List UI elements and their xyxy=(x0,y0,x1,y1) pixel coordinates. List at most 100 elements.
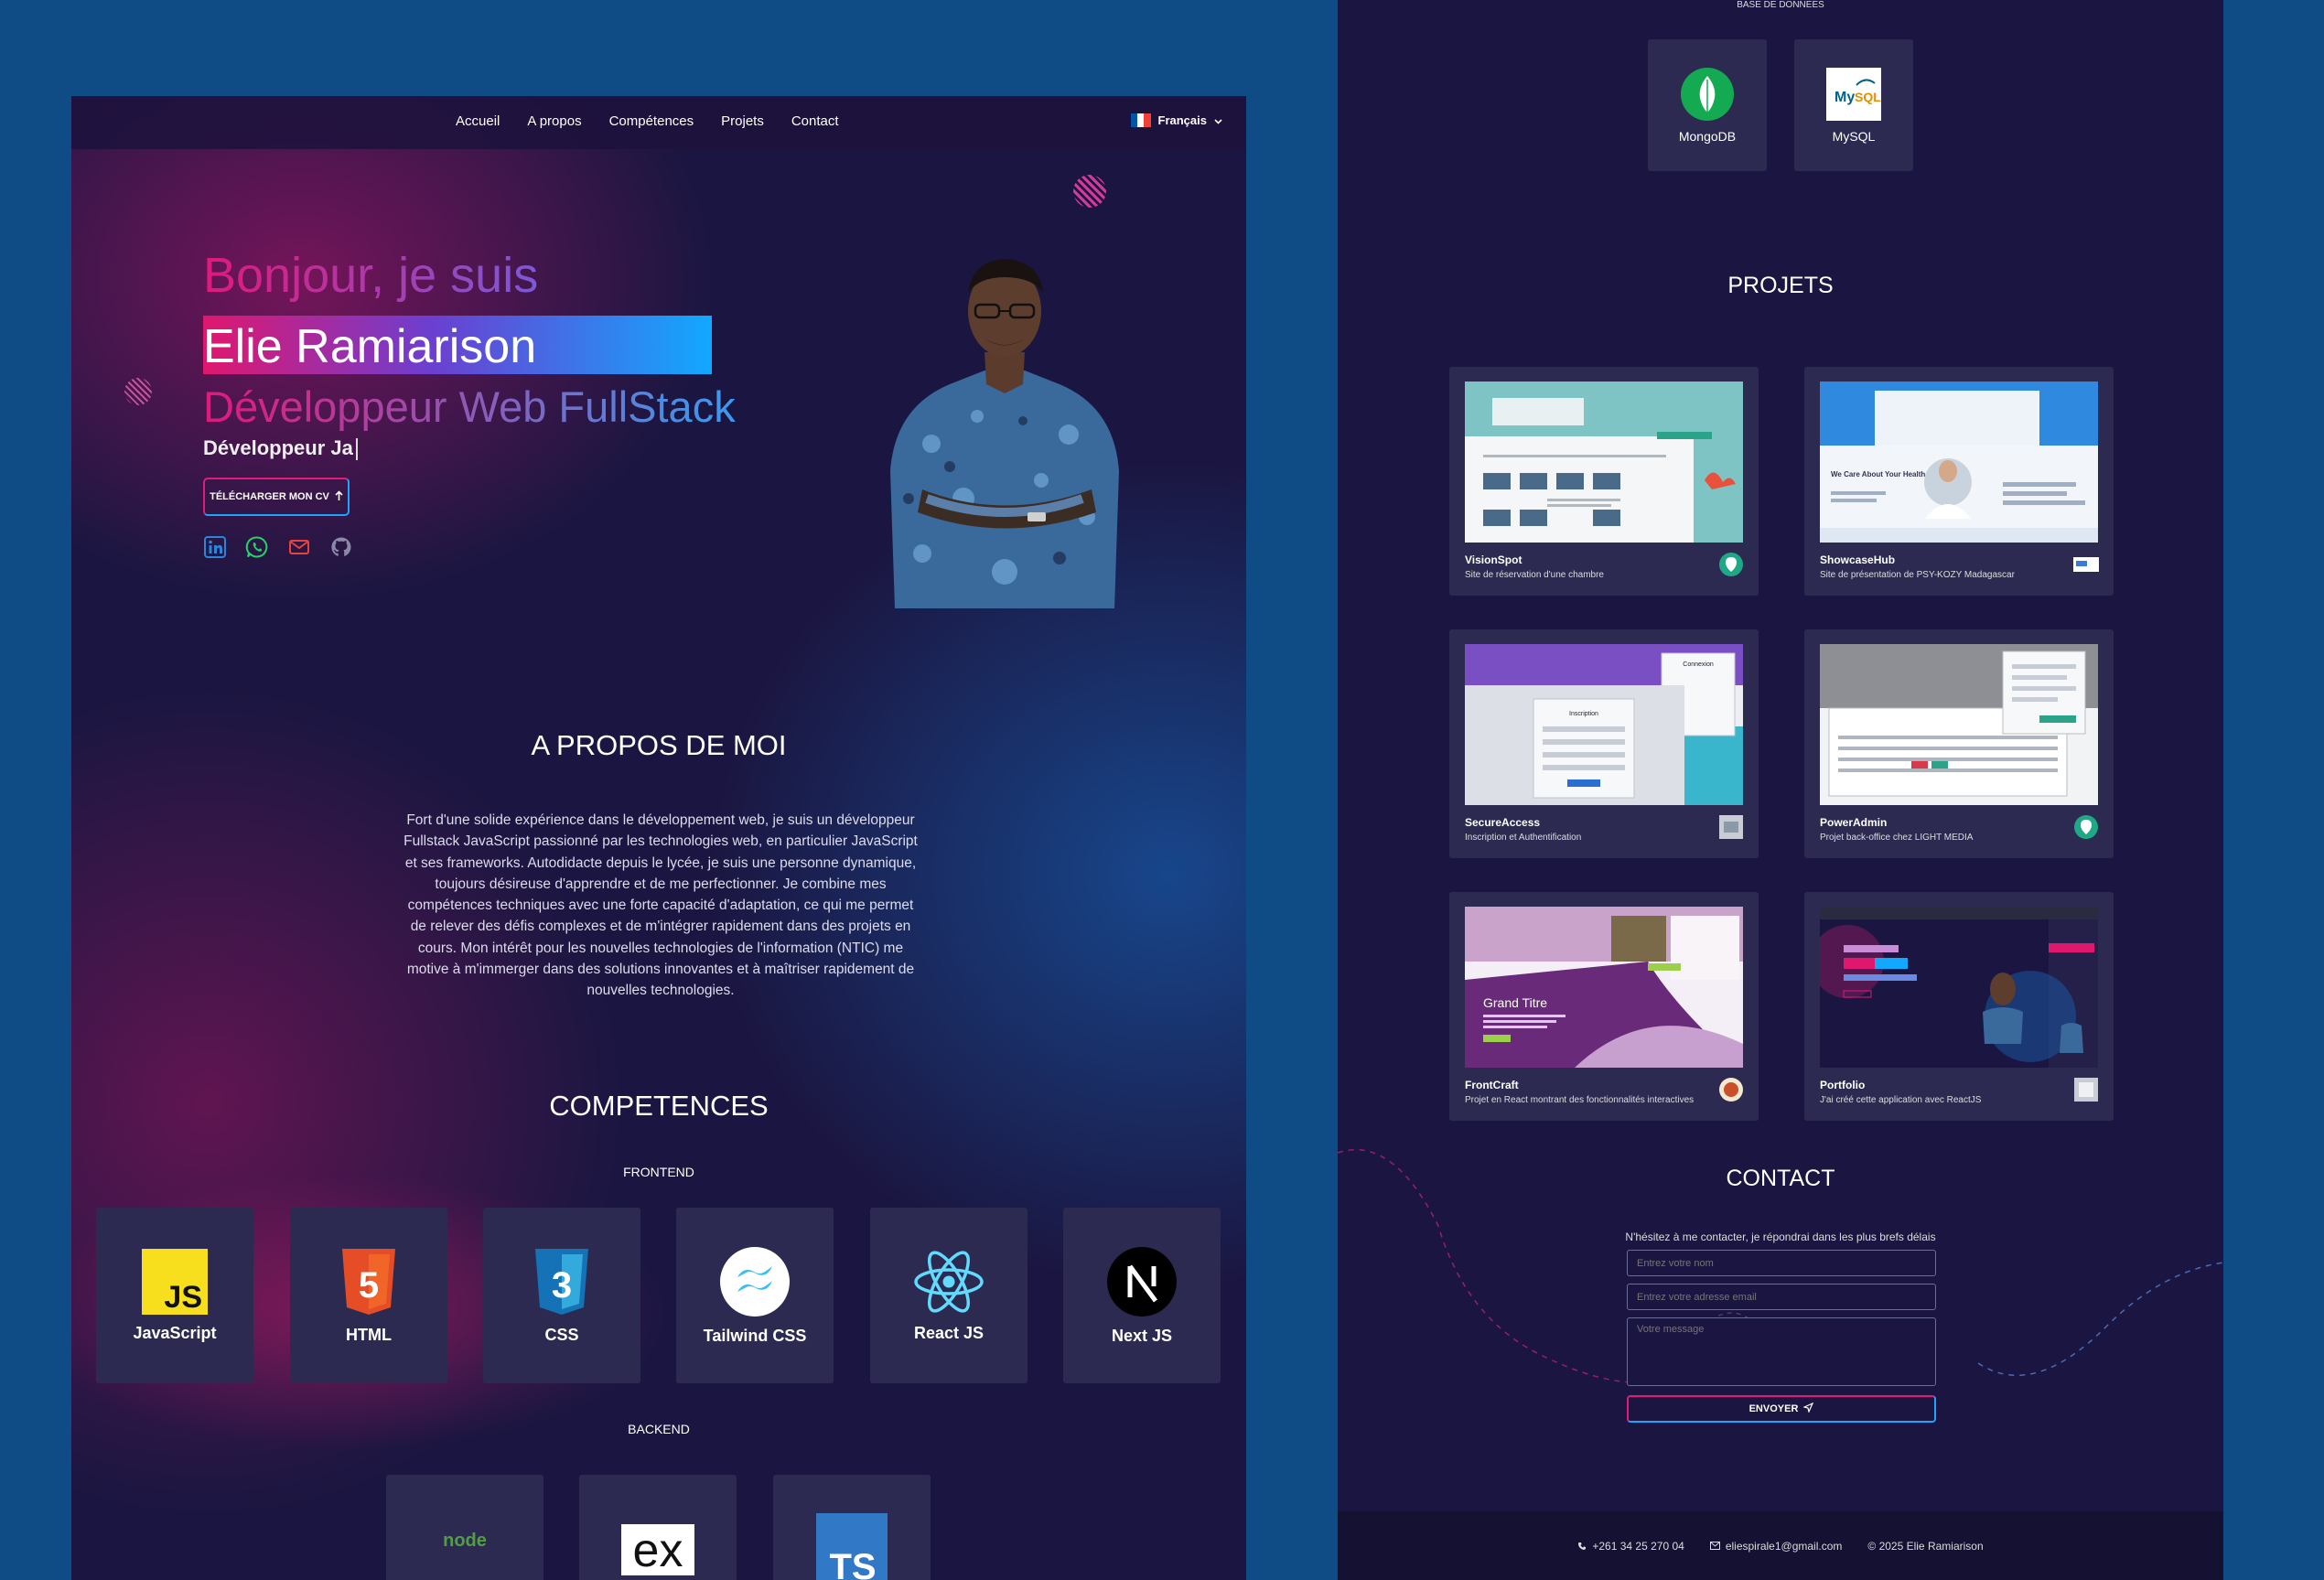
hero-role: Développeur Web FullStack xyxy=(203,382,736,431)
project-description: Projet back-office chez LIGHT MEDIA xyxy=(1820,833,1974,843)
hero-typed-text: Développeur Ja xyxy=(203,436,358,461)
projects-title: PROJETS xyxy=(1727,273,1834,298)
hero-name-highlight: Elie Ramiarison xyxy=(203,316,712,374)
project-description: Inscription et Authentification xyxy=(1465,833,1582,843)
project-logo-icon xyxy=(1719,1078,1743,1102)
project-name: FrontCraft xyxy=(1465,1079,1519,1091)
svg-text:node: node xyxy=(443,1531,487,1551)
footer-copyright: © 2025 Elie Ramiarison xyxy=(1867,1539,1984,1553)
project-description: J'ai créé cette application avec ReactJS xyxy=(1820,1095,1982,1105)
project-card-secureaccess[interactable]: Connexion Inscription SecureAccess Inscr… xyxy=(1449,629,1759,858)
project-screenshot xyxy=(1820,644,2098,805)
mail-icon[interactable] xyxy=(287,535,311,559)
nav-link-competences[interactable]: Compétences xyxy=(609,113,694,129)
decor-dots-icon xyxy=(1073,175,1106,208)
nav-link-contact[interactable]: Contact xyxy=(791,113,839,129)
express-icon: ex xyxy=(621,1524,694,1577)
project-screenshot xyxy=(1820,907,2098,1068)
nav-link-projets[interactable]: Projets xyxy=(721,113,764,129)
project-screenshot: Grand Titre xyxy=(1465,907,1743,1068)
download-cv-button[interactable]: TÉLÉCHARGER MON CV xyxy=(203,478,350,516)
contact-lead: N'hésitez à me contacter, je répondrai d… xyxy=(1625,1231,1936,1243)
project-description: Projet en React montrant des fonctionnal… xyxy=(1465,1095,1695,1105)
database-label: BASE DE DONNEES xyxy=(1737,0,1824,10)
phone-icon xyxy=(1578,1542,1587,1550)
decor-dots-icon xyxy=(124,378,152,405)
nav-link-accueil[interactable]: Accueil xyxy=(456,113,500,129)
svg-text:SQL: SQL xyxy=(1855,90,1881,104)
svg-text:ex: ex xyxy=(633,1524,683,1577)
about-text: Fort d'une solide expérience dans le dév… xyxy=(403,812,918,999)
nodejs-icon: node xyxy=(443,1531,487,1551)
hero-name: Elie Ramiarison xyxy=(203,320,537,373)
svg-text:5: 5 xyxy=(359,1265,379,1306)
project-logo-icon xyxy=(2074,815,2098,839)
portfolio-top-view: Accueil A propos Compétences Projets Con… xyxy=(71,96,1246,1580)
mongodb-icon xyxy=(1681,68,1734,121)
project-card-portfolio[interactable]: Portfolio J'ai créé cette application av… xyxy=(1804,892,2114,1121)
project-screenshot xyxy=(1465,382,1743,543)
hero-greeting: Bonjour, je suis xyxy=(203,248,539,303)
project-name: PowerAdmin xyxy=(1820,816,1888,829)
profile-photo xyxy=(890,259,1119,608)
skill-card-javascript: JS JavaScript xyxy=(96,1208,253,1383)
project-logo-icon xyxy=(2074,1078,2098,1102)
react-icon xyxy=(914,1250,984,1313)
skill-card-nextjs: Next JS xyxy=(1063,1208,1221,1383)
svg-text:Connexion: Connexion xyxy=(1683,661,1714,668)
social-links xyxy=(203,535,353,559)
send-button[interactable]: ENVOYER xyxy=(1627,1395,1936,1423)
project-card-visionspot[interactable]: VisionSpot Site de réservation d'une cha… xyxy=(1449,367,1759,596)
mysql-icon: My SQL xyxy=(1826,68,1881,121)
footer-email[interactable]: eliespirale1@gmail.com xyxy=(1709,1540,1842,1553)
project-name: VisionSpot xyxy=(1465,554,1522,566)
skill-card-typescript: TS xyxy=(773,1475,931,1580)
javascript-icon: JS xyxy=(142,1248,208,1315)
skill-card-react: React JS xyxy=(870,1208,1028,1383)
svg-text:3: 3 xyxy=(552,1265,572,1306)
svg-text:JS: JS xyxy=(164,1280,202,1315)
nav-links: Accueil A propos Compétences Projets Con… xyxy=(456,113,839,129)
project-description: Site de réservation d'une chambre xyxy=(1465,570,1604,580)
skill-card-express: ex xyxy=(579,1475,737,1580)
db-card-mongodb: MongoDB xyxy=(1648,39,1767,171)
project-logo-icon xyxy=(1719,815,1743,839)
svg-text:Inscription: Inscription xyxy=(1569,711,1598,717)
send-icon xyxy=(1802,1402,1814,1415)
language-label: Français xyxy=(1157,113,1207,127)
linkedin-icon[interactable] xyxy=(203,535,227,559)
name-input[interactable] xyxy=(1627,1250,1936,1276)
skills-title: COMPETENCES xyxy=(549,1090,769,1122)
french-flag-icon xyxy=(1130,113,1151,127)
footer-phone: +261 34 25 270 04 xyxy=(1577,1540,1684,1553)
frontend-label: FRONTEND xyxy=(623,1165,694,1179)
mail-icon xyxy=(1709,1542,1720,1550)
backend-label: BACKEND xyxy=(628,1422,690,1436)
project-card-poweradmin[interactable]: PowerAdmin Projet back-office chez LIGHT… xyxy=(1804,629,2114,858)
skill-card-tailwind: Tailwind CSS xyxy=(676,1208,834,1383)
nav-link-apropos[interactable]: A propos xyxy=(527,113,581,129)
project-name: Portfolio xyxy=(1820,1079,1866,1091)
chevron-down-icon xyxy=(1214,113,1222,127)
navbar: Accueil A propos Compétences Projets Con… xyxy=(71,96,1246,149)
nextjs-icon xyxy=(1107,1246,1177,1317)
skill-card-node: node xyxy=(386,1475,543,1580)
project-card-frontcraft[interactable]: Grand Titre FrontCraft Projet en React m… xyxy=(1449,892,1759,1121)
db-card-mysql: My SQL MySQL xyxy=(1794,39,1913,171)
skill-card-html: 5 HTML xyxy=(290,1208,447,1383)
project-logo-icon xyxy=(2073,557,2099,572)
email-input[interactable] xyxy=(1627,1284,1936,1310)
whatsapp-icon[interactable] xyxy=(245,535,269,559)
svg-text:Grand Titre: Grand Titre xyxy=(1483,995,1547,1010)
project-description: Site de présentation de PSY-KOZY Madagas… xyxy=(1820,570,2015,580)
skill-card-css: 3 CSS xyxy=(483,1208,640,1383)
portfolio-bottom-view: BASE DE DONNEES MongoDB My SQL MySQL PROJ… xyxy=(1338,0,2223,1580)
css3-icon: 3 xyxy=(535,1248,588,1315)
language-selector[interactable]: Français xyxy=(1130,113,1222,127)
github-icon[interactable] xyxy=(329,535,353,559)
project-card-showcasehub[interactable]: We Care About Your Health ShowcaseHub Si… xyxy=(1804,367,2114,596)
html5-icon: 5 xyxy=(342,1248,395,1315)
contact-title: CONTACT xyxy=(1726,1166,1835,1191)
download-arrow-icon xyxy=(335,489,343,504)
message-input[interactable] xyxy=(1627,1317,1936,1386)
